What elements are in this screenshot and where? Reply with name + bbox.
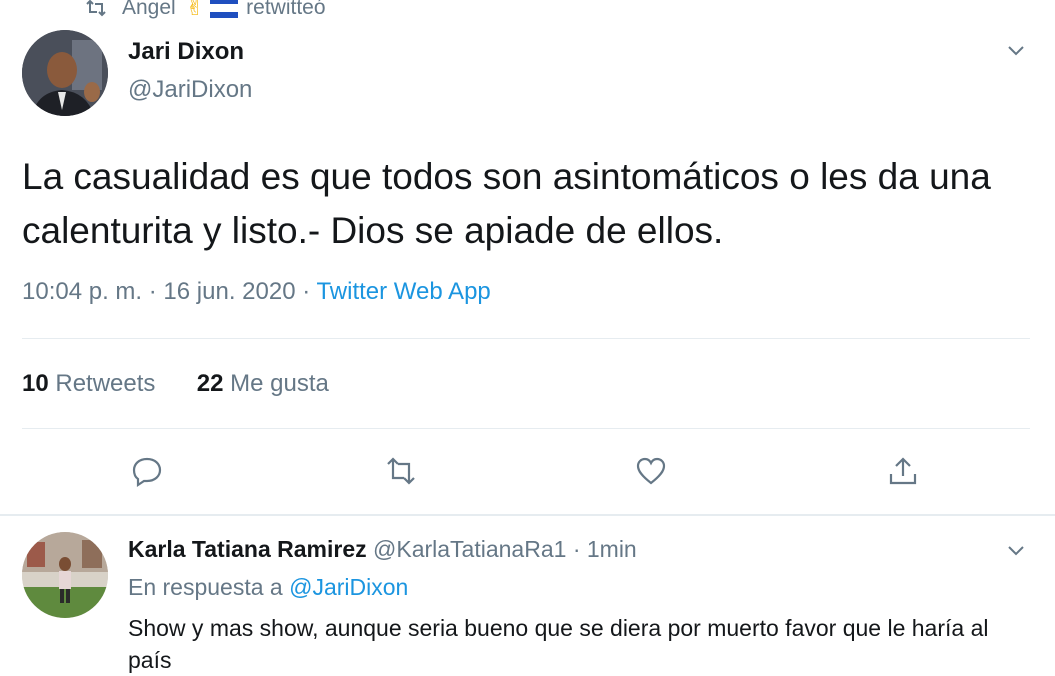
avatar[interactable] [22,30,108,116]
tweet-meta: 10:04 p. m. · 16 jun. 2020 · Twitter Web… [22,278,491,306]
in-reply-prefix: En respuesta a [128,574,283,600]
divider [22,428,1030,429]
reply-text: Show y mas show, aunque seria bueno que … [128,615,989,673]
separator-dot: · [572,536,581,562]
retweet-suffix: retwitteó [246,0,326,19]
tweet-time[interactable]: 10:04 p. m. [22,278,142,305]
likes-stat[interactable]: 22 Me gusta [197,370,329,397]
chevron-down-icon[interactable] [1004,538,1028,562]
retweet-icon [86,0,106,17]
chevron-down-icon[interactable] [1004,38,1028,62]
reply-icon[interactable] [130,454,164,488]
reply-header: Karla Tatiana Ramirez @KarlaTatianaRa1 ·… [128,536,637,563]
retweeter-name[interactable]: Angel [122,0,176,20]
reply-author-handle[interactable]: @KarlaTatianaRa1 [373,536,566,562]
tweet-date[interactable]: 16 jun. 2020 [163,278,295,305]
divider [22,338,1030,339]
tweet-separator [0,514,1055,516]
like-icon[interactable] [634,454,668,488]
retweets-count: 10 [22,370,49,397]
in-reply-handle-link[interactable]: @JariDixon [289,574,408,600]
reply-author-name[interactable]: Karla Tatiana Ramirez [128,536,367,562]
share-icon[interactable] [886,454,920,488]
reply-time[interactable]: 1min [587,536,637,562]
author-handle[interactable]: @JariDixon [128,76,252,104]
separator-dot: · [302,278,311,305]
likes-label: Me gusta [230,370,329,397]
retweet-icon[interactable] [384,454,418,488]
author-name[interactable]: Jari Dixon [128,38,244,66]
victory-hand-icon: ✌ [185,0,205,20]
retweet-context: Angel ✌ retwitteó [84,0,326,22]
tweet-text: La casualidad es que todos son asintomát… [22,156,991,251]
retweets-label: Retweets [55,370,156,397]
avatar[interactable] [22,532,108,618]
tweet-source-link[interactable]: Twitter Web App [316,278,490,305]
in-reply-to: En respuesta a @JariDixon [128,574,408,601]
likes-count: 22 [196,370,224,397]
retweets-stat[interactable]: 10 Retweets [22,370,162,397]
separator-dot: · [148,278,157,305]
flag-icon [210,0,239,18]
tweet-stats: 10 Retweets 22 Me gusta [22,370,329,398]
